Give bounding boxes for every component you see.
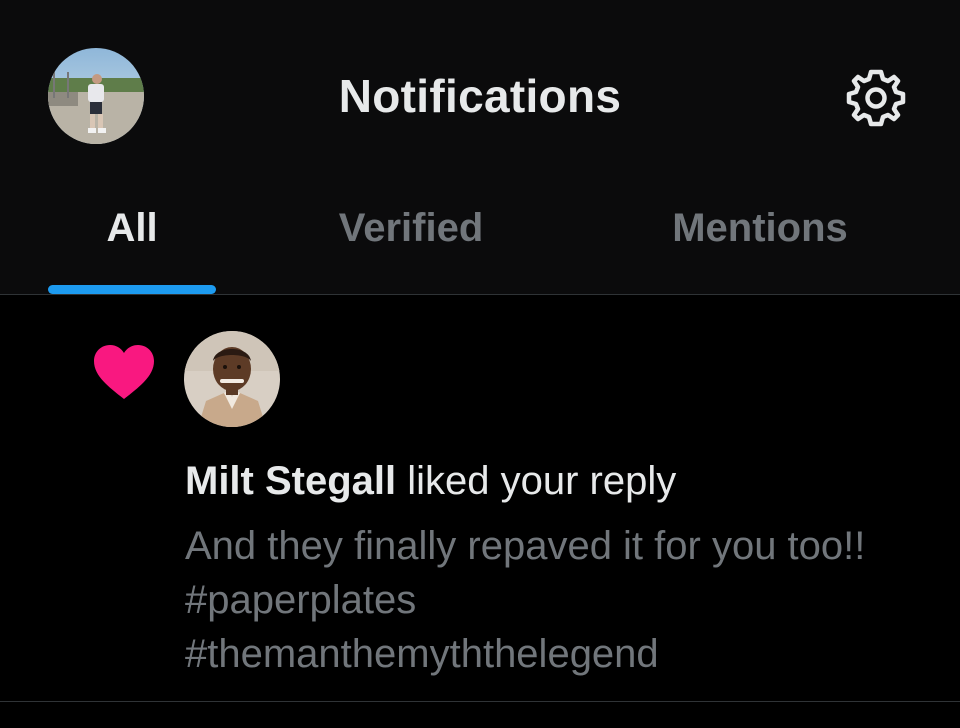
tab-all[interactable]: All xyxy=(48,190,216,294)
active-tab-indicator xyxy=(48,285,216,294)
notification-item[interactable]: Milt Stegall liked your reply And they f… xyxy=(0,295,960,701)
top-header: Notifications All Verified Mentions xyxy=(0,0,960,295)
tab-label: Verified xyxy=(338,206,484,250)
reply-quote: And they finally repaved it for you too!… xyxy=(185,519,945,681)
divider xyxy=(0,701,960,702)
page-title: Notifications xyxy=(338,70,622,122)
quote-line: #themanthemyththelegend xyxy=(185,632,659,676)
notification-text: Milt Stegall liked your reply xyxy=(185,455,676,507)
quote-line: #paperplates xyxy=(185,578,417,622)
quote-line: And they finally repaved it for you too!… xyxy=(185,524,866,568)
notification-tabs: All Verified Mentions xyxy=(0,190,960,294)
tab-label: All xyxy=(106,206,158,250)
user-avatar[interactable] xyxy=(184,331,280,427)
tab-label: Mentions xyxy=(672,206,848,250)
tab-verified[interactable]: Verified xyxy=(300,190,522,294)
heart-icon xyxy=(92,343,156,403)
user-name-link[interactable]: Milt Stegall xyxy=(185,459,396,503)
user-avatar-image xyxy=(184,331,280,427)
notification-action: liked your reply xyxy=(396,459,677,503)
gear-icon xyxy=(846,69,906,127)
settings-button[interactable] xyxy=(842,64,910,132)
tab-mentions[interactable]: Mentions xyxy=(640,190,880,294)
